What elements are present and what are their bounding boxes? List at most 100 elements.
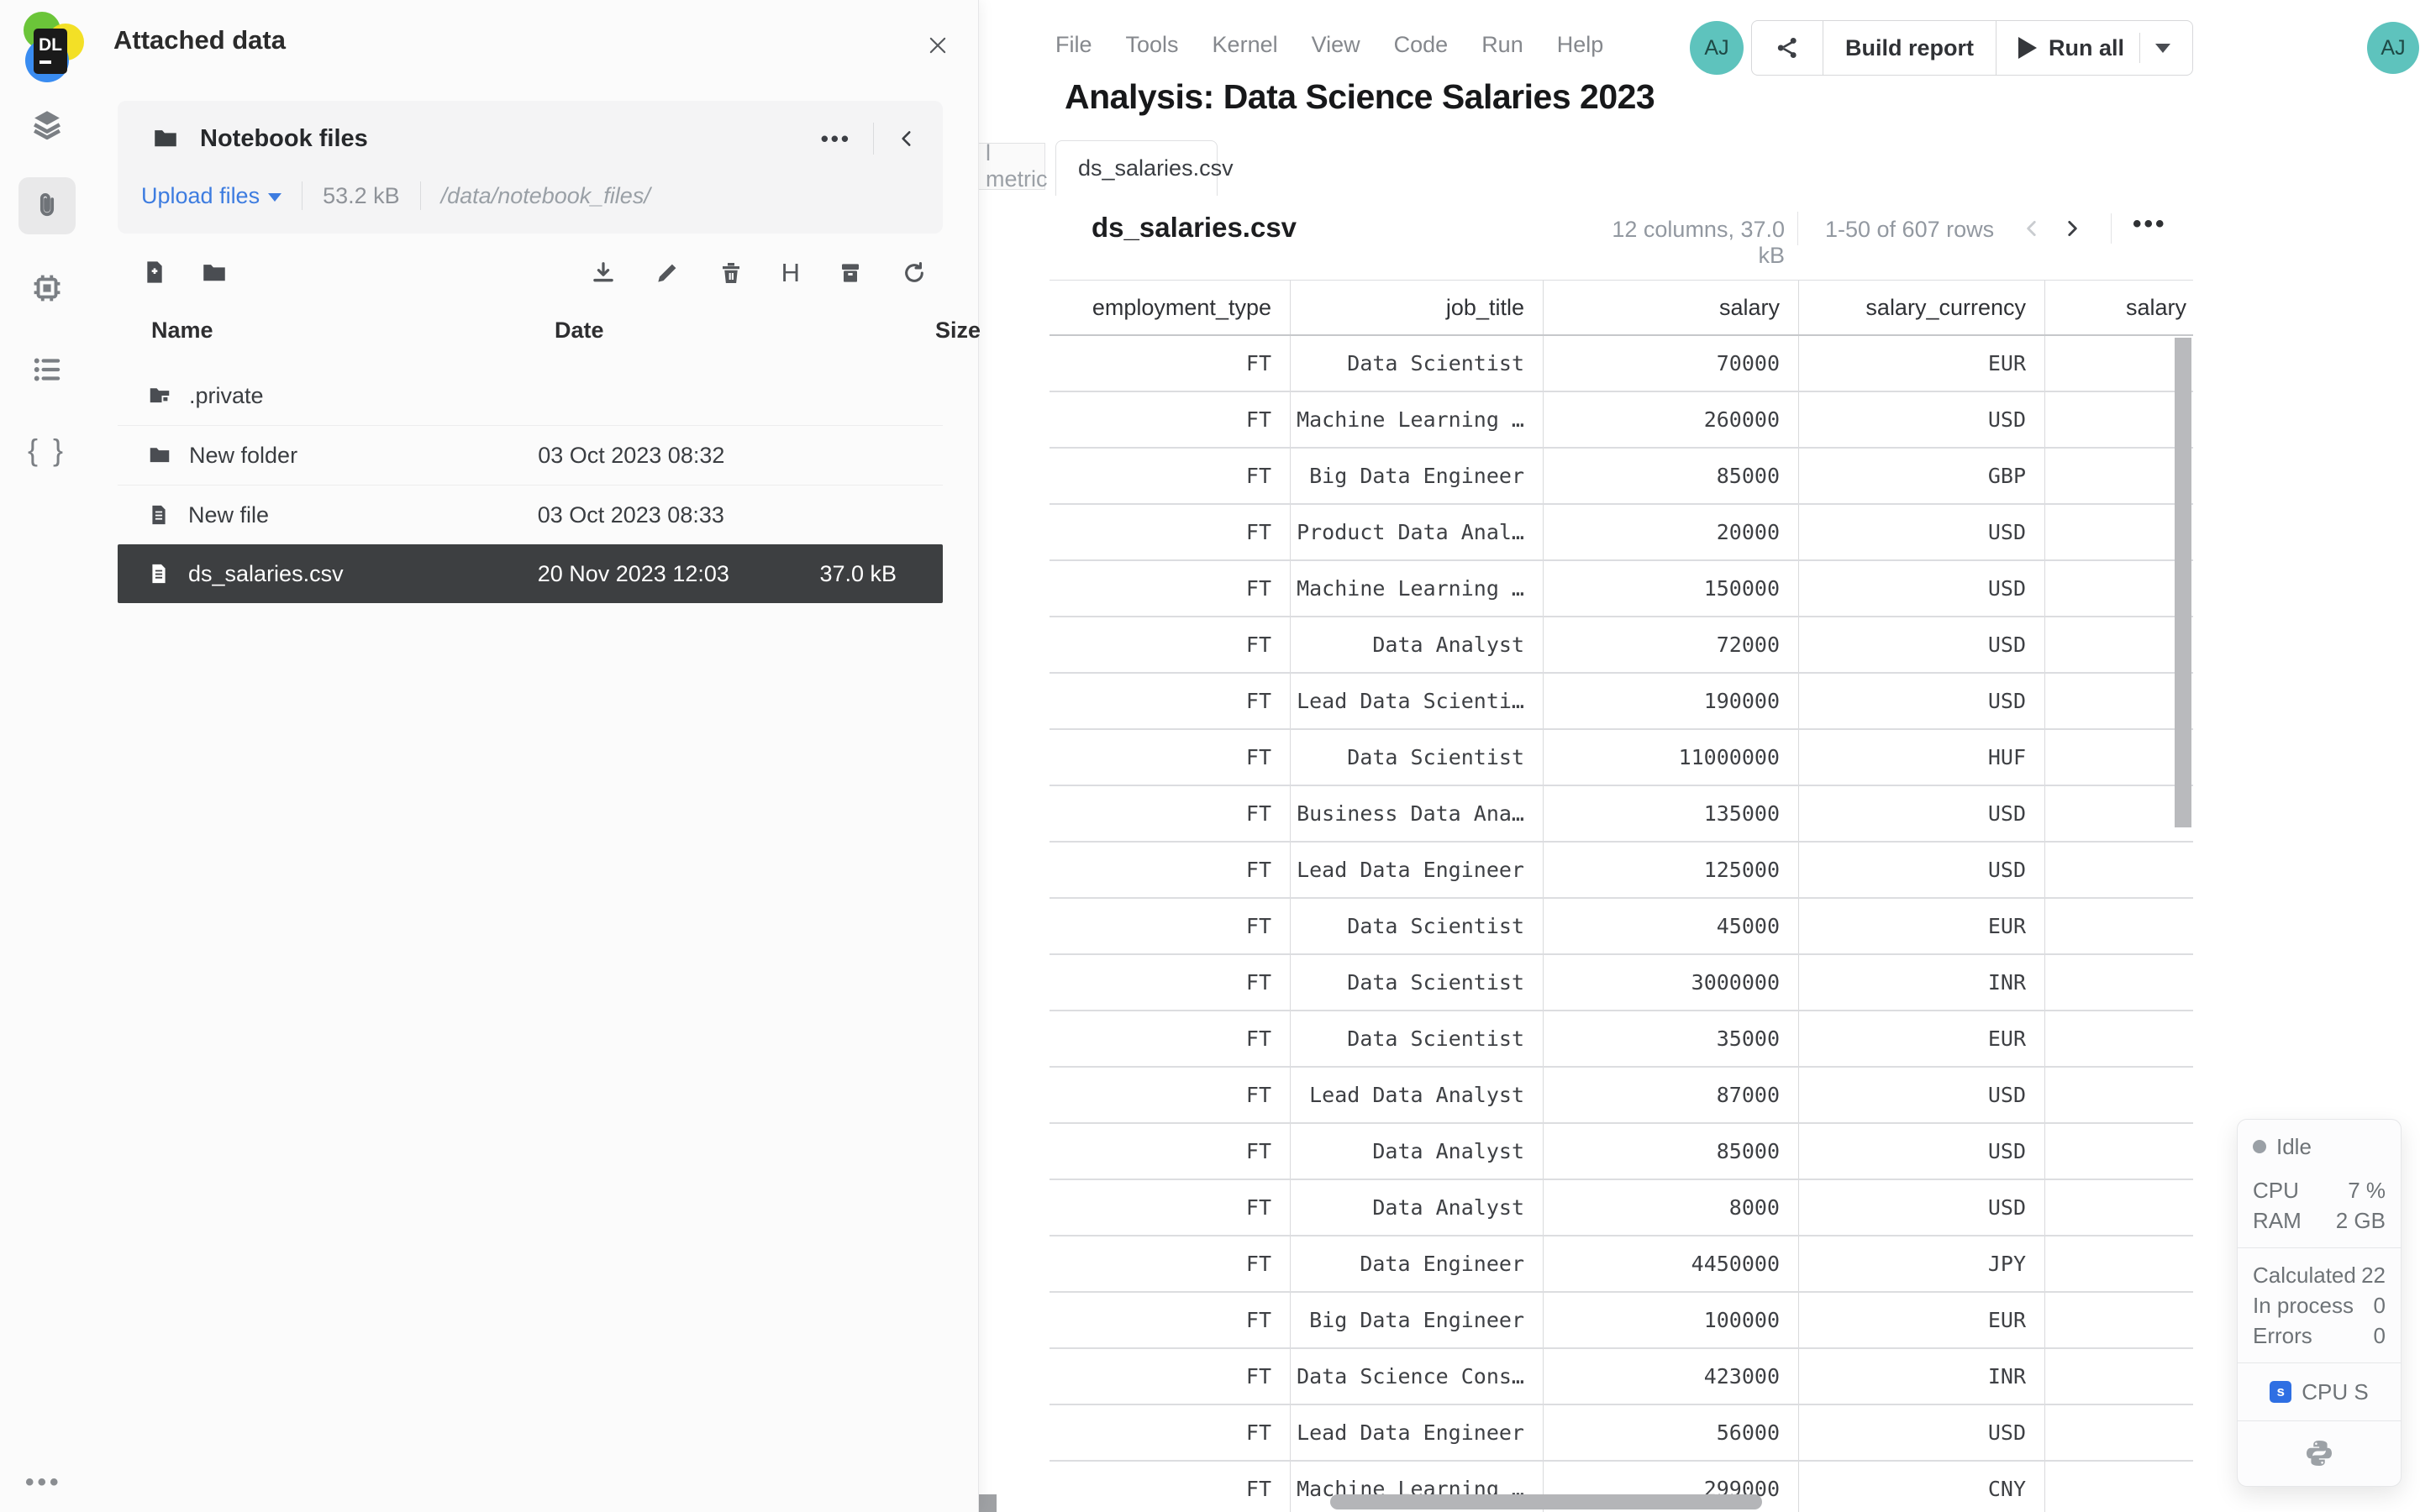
new-folder-button[interactable] — [200, 259, 229, 287]
folder-icon — [151, 124, 180, 153]
table-row[interactable]: FTLead Data Analyst87000USD — [1050, 1068, 2193, 1124]
table-column-header[interactable]: employment_type — [1050, 281, 1291, 334]
table-row[interactable]: FTData Analyst8000USD — [1050, 1180, 2193, 1236]
table-horizontal-scrollbar[interactable] — [1330, 1494, 1762, 1509]
table-row[interactable]: FTData Science Cons…423000INR — [1050, 1349, 2193, 1405]
machine-selector[interactable]: s CPU S — [2238, 1375, 2401, 1409]
table-column-header[interactable]: salary_currency — [1799, 281, 2045, 334]
table-cell: 11000000 — [1544, 730, 1799, 785]
table-cell — [2045, 1236, 2193, 1291]
run-options-caret-icon[interactable] — [2155, 44, 2170, 53]
table-vertical-scrollbar[interactable] — [2175, 338, 2191, 827]
tab-ds-salaries[interactable]: ds_salaries.csv — [1055, 140, 1218, 196]
divider — [2139, 33, 2140, 63]
sidebar-item-environment[interactable] — [18, 260, 76, 317]
table-cell: FT — [1050, 449, 1291, 503]
python-kernel-indicator[interactable] — [2238, 1433, 2401, 1468]
table-cell — [2045, 1349, 2193, 1404]
new-file-button[interactable] — [141, 259, 168, 286]
table-header-row: employment_typejob_titlesalarysalary_cur… — [1050, 280, 2193, 336]
table-row[interactable]: FTLead Data Engineer56000USD — [1050, 1405, 2193, 1462]
folder-path: /data/notebook_files/ — [441, 183, 650, 209]
table-cell: FT — [1050, 1011, 1291, 1066]
close-icon — [926, 34, 950, 57]
file-row-new-file[interactable]: New file 03 Oct 2023 08:33 — [118, 485, 943, 544]
file-row-private[interactable]: .private — [118, 366, 943, 425]
table-cell: Data Analyst — [1291, 617, 1544, 672]
table-row[interactable]: FTData Scientist45000EUR — [1050, 899, 2193, 955]
menu-item-code[interactable]: Code — [1394, 32, 1449, 58]
table-more-button[interactable]: ••• — [2133, 210, 2167, 239]
hidden-files-toggle[interactable]: H — [781, 259, 800, 287]
table-row[interactable]: FTData Scientist3000000INR — [1050, 955, 2193, 1011]
menu-item-view[interactable]: View — [1312, 32, 1360, 58]
collaborator-avatar[interactable]: AJ — [1690, 21, 1744, 75]
table-column-header[interactable]: salary — [2045, 281, 2193, 334]
table-cell: 100000 — [1544, 1293, 1799, 1347]
prev-page-button[interactable] — [2015, 212, 2049, 245]
file-row-new-folder[interactable]: New folder 03 Oct 2023 08:32 — [118, 425, 943, 485]
table-cell: Data Analyst — [1291, 1124, 1544, 1179]
rename-button[interactable] — [654, 260, 681, 286]
table-row[interactable]: FTData Scientist35000EUR — [1050, 1011, 2193, 1068]
sidebar-item-variables[interactable]: { } — [18, 422, 76, 479]
table-row[interactable]: FTData Analyst72000USD — [1050, 617, 2193, 674]
next-page-button[interactable] — [2055, 212, 2089, 245]
table-row[interactable]: FTMachine Learning …260000USD — [1050, 392, 2193, 449]
menu-item-kernel[interactable]: Kernel — [1213, 32, 1278, 58]
braces-icon: { } — [28, 433, 66, 468]
user-avatar[interactable]: AJ — [2367, 22, 2419, 74]
close-panel-button[interactable] — [921, 29, 955, 62]
menu-item-tools[interactable]: Tools — [1126, 32, 1179, 58]
table-cell: FT — [1050, 336, 1291, 391]
table-cell: 125000 — [1544, 843, 1799, 897]
archive-button[interactable] — [837, 260, 864, 286]
menu-item-file[interactable]: File — [1055, 32, 1092, 58]
collapse-card-button[interactable] — [896, 128, 918, 150]
table-cell: USD — [1799, 505, 2045, 559]
datalore-logo-icon[interactable]: DL — [15, 10, 89, 84]
table-column-header[interactable]: salary — [1544, 281, 1799, 334]
share-button[interactable] — [1752, 21, 1823, 75]
files-card-menu-button[interactable]: ••• — [821, 126, 851, 152]
upload-files-button[interactable]: Upload files — [141, 183, 281, 209]
menu-item-run[interactable]: Run — [1481, 32, 1523, 58]
table-row[interactable]: FTBig Data Engineer100000EUR — [1050, 1293, 2193, 1349]
calculated-label: Calculated — [2253, 1263, 2356, 1289]
table-row[interactable]: FTProduct Data Anal…20000USD — [1050, 505, 2193, 561]
table-cell: 72000 — [1544, 617, 1799, 672]
table-row[interactable]: FTLead Data Scienti…190000USD — [1050, 674, 2193, 730]
ram-value: 2 GB — [2336, 1208, 2386, 1234]
run-all-button[interactable]: Run all — [1996, 21, 2192, 75]
table-cell — [2045, 1462, 2193, 1512]
file-row-ds-salaries[interactable]: ds_salaries.csv 20 Nov 2023 12:03 37.0 k… — [118, 544, 943, 603]
refresh-button[interactable] — [901, 260, 928, 286]
table-row[interactable]: FTBig Data Engineer85000GBP — [1050, 449, 2193, 505]
sidebar-item-layers[interactable] — [18, 96, 76, 153]
table-row[interactable]: FTData Scientist11000000HUF — [1050, 730, 2193, 786]
download-button[interactable] — [590, 260, 617, 286]
file-date: 03 Oct 2023 08:33 — [538, 502, 799, 528]
sidebar-more-button[interactable]: ••• — [25, 1468, 62, 1497]
table-cell: 20000 — [1544, 505, 1799, 559]
table-row[interactable]: FTMachine Learning …150000USD — [1050, 561, 2193, 617]
delete-button[interactable] — [718, 260, 744, 286]
table-cell: USD — [1799, 561, 2045, 616]
sidebar-item-attached-data[interactable] — [18, 177, 76, 234]
menu-item-help[interactable]: Help — [1557, 32, 1604, 58]
file-size: 37.0 kB — [799, 561, 897, 587]
divider — [2238, 1362, 2401, 1363]
table-row[interactable]: FTData Engineer4450000JPY — [1050, 1236, 2193, 1293]
table-cell — [2045, 1011, 2193, 1066]
build-report-button[interactable]: Build report — [1823, 21, 1996, 75]
column-size: Size — [825, 318, 981, 344]
table-column-header[interactable]: job_title — [1291, 281, 1544, 334]
paperclip-icon — [29, 188, 65, 223]
table-row[interactable]: FTLead Data Engineer125000USD — [1050, 843, 2193, 899]
table-row[interactable]: FTData Scientist70000EUR — [1050, 336, 2193, 392]
table-cell — [2045, 786, 2193, 841]
sidebar-item-table-of-contents[interactable] — [18, 341, 76, 398]
notebook-files-card: Notebook files ••• Upload files 53.2 kB — [118, 101, 943, 234]
table-row[interactable]: FTData Analyst85000USD — [1050, 1124, 2193, 1180]
table-row[interactable]: FTBusiness Data Ana…135000USD — [1050, 786, 2193, 843]
